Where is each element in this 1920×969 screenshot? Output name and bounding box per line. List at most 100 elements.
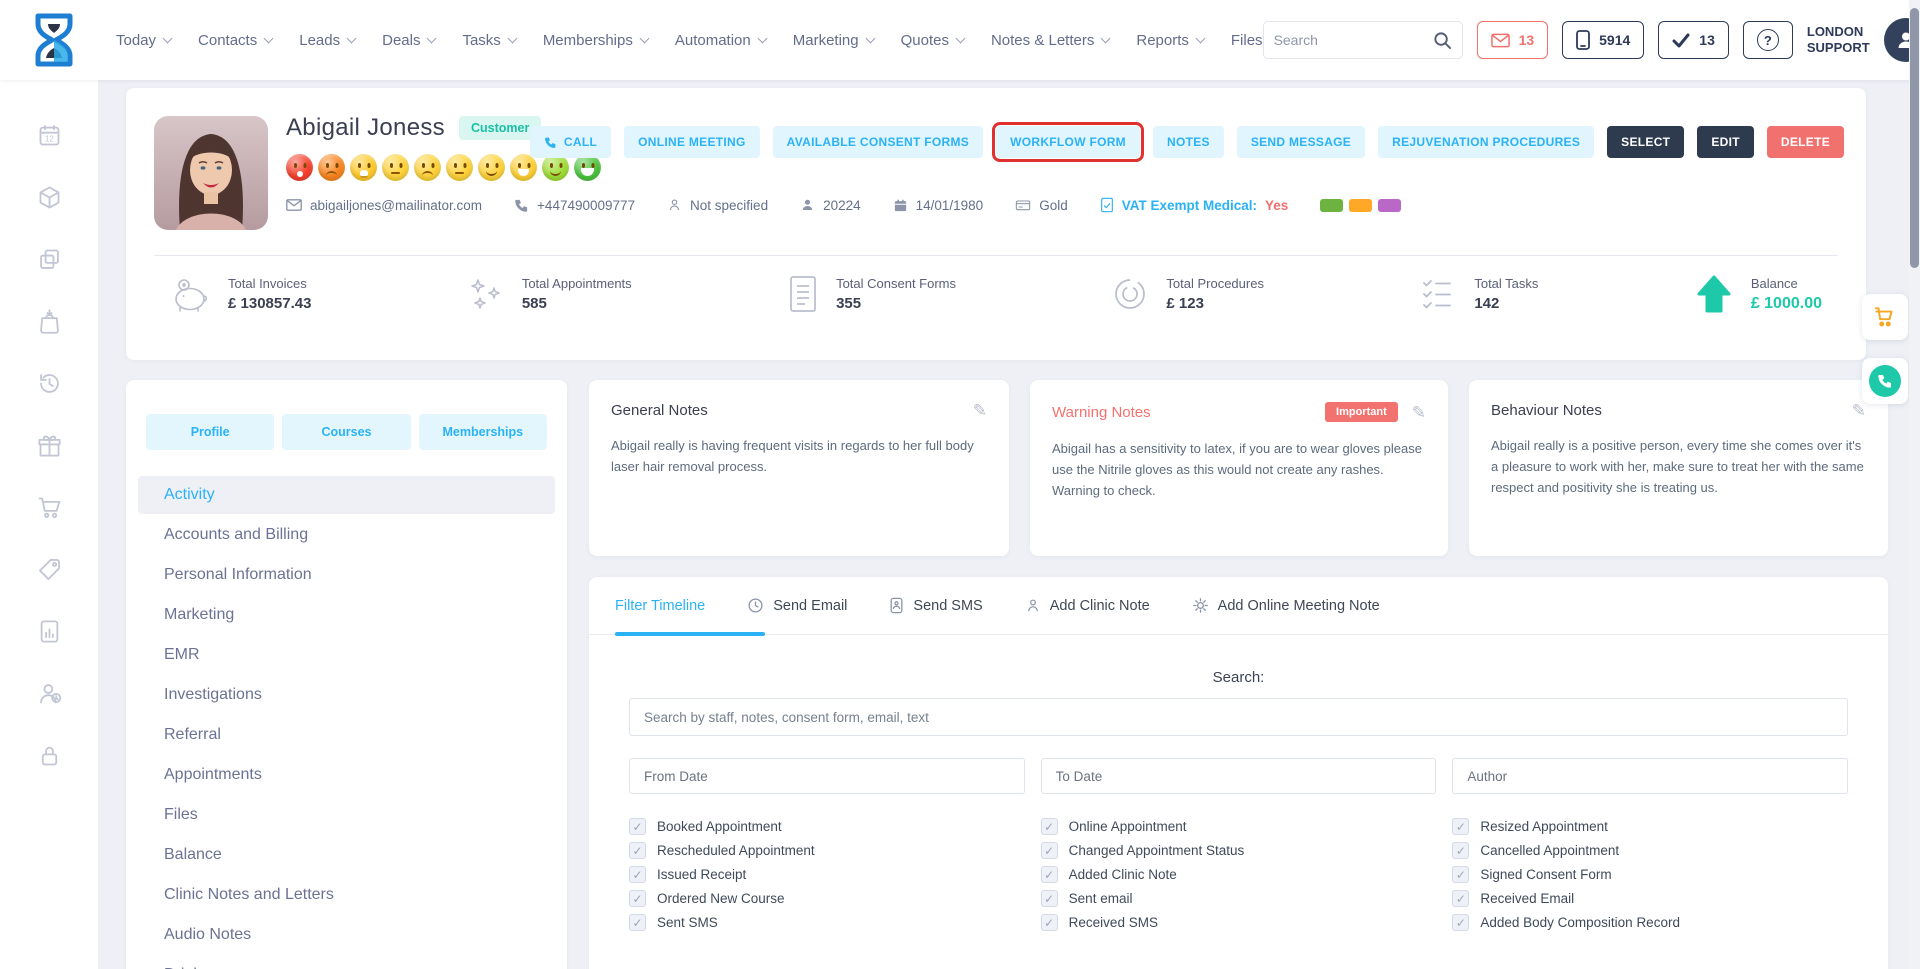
checkbox-checked[interactable] [1452,914,1469,931]
send-message-button[interactable]: SEND MESSAGE [1237,126,1365,158]
checkbox-checked[interactable] [1452,866,1469,883]
checkbox-checked[interactable] [1041,914,1058,931]
filter-sent-sms[interactable]: Sent SMS [629,914,1025,931]
mood-emoji-6[interactable] [446,154,473,181]
mood-emoji-1[interactable] [286,154,313,181]
sms-count-badge[interactable]: 5914 [1562,21,1644,59]
edit-pencil-icon[interactable]: ✎ [1852,402,1866,419]
mood-emoji-8[interactable] [510,154,537,181]
nav-automation[interactable]: Automation [675,32,766,49]
tab-courses[interactable]: Courses [282,414,410,450]
price-tag-icon[interactable] [36,556,63,583]
delete-button[interactable]: DELETE [1767,126,1844,158]
tag-green[interactable] [1320,199,1343,212]
tag-purple[interactable] [1378,199,1401,212]
nav-contacts[interactable]: Contacts [198,32,272,49]
report-chart-icon[interactable] [36,618,63,645]
filter-ordered-new-course[interactable]: Ordered New Course [629,890,1025,907]
nav-today[interactable]: Today [116,32,171,49]
menu-item-clinic-notes-letters[interactable]: Clinic Notes and Letters [138,876,555,914]
tag-orange[interactable] [1349,199,1372,212]
checkbox-checked[interactable] [629,842,646,859]
lock-icon[interactable] [36,742,63,769]
checkbox-checked[interactable] [629,914,646,931]
online-meeting-button[interactable]: ONLINE MEETING [624,126,760,158]
edit-pencil-icon[interactable]: ✎ [973,402,987,419]
tab-memberships[interactable]: Memberships [419,414,547,450]
workflow-form-button[interactable]: WORKFLOW FORM [996,126,1140,158]
filter-received-email[interactable]: Received Email [1452,890,1848,907]
menu-item-audio-notes[interactable]: Audio Notes [138,916,555,954]
floating-cart-button[interactable] [1862,294,1908,340]
filter-sent-email[interactable]: Sent email [1041,890,1437,907]
edit-button[interactable]: EDIT [1697,126,1754,158]
mood-emoji-7[interactable] [478,154,505,181]
menu-item-drinks[interactable]: Drinks [138,956,555,969]
checkbox-checked[interactable] [1452,890,1469,907]
copy-icon[interactable] [36,246,63,273]
filter-signed-consent-form[interactable]: Signed Consent Form [1452,866,1848,883]
rejuvenation-procedures-button[interactable]: REJUVENATION PROCEDURES [1378,126,1594,158]
mood-emoji-2[interactable] [318,154,345,181]
email-count-badge[interactable]: 13 [1477,21,1549,59]
page-scrollbar[interactable] [1909,0,1920,969]
checkbox-checked[interactable] [629,866,646,883]
call-button[interactable]: CALL [530,126,611,158]
mood-emoji-4[interactable] [382,154,409,181]
mood-emoji-5[interactable] [414,154,441,181]
filter-booked-appointment[interactable]: Booked Appointment [629,818,1025,835]
checkbox-checked[interactable] [1041,818,1058,835]
menu-item-appointments[interactable]: Appointments [138,756,555,794]
checkbox-checked[interactable] [1041,890,1058,907]
checkbox-checked[interactable] [629,818,646,835]
history-icon[interactable] [36,370,63,397]
filter-issued-receipt[interactable]: Issued Receipt [629,866,1025,883]
mood-emoji-10[interactable] [574,154,601,181]
floating-call-button[interactable] [1862,358,1908,404]
customer-photo[interactable] [154,116,268,230]
nav-quotes[interactable]: Quotes [901,32,964,49]
menu-item-marketing[interactable]: Marketing [138,596,555,634]
filter-rescheduled-appointment[interactable]: Rescheduled Appointment [629,842,1025,859]
cart-icon[interactable] [36,494,63,521]
filter-received-sms[interactable]: Received SMS [1041,914,1437,931]
checkbox-checked[interactable] [629,890,646,907]
nav-reports[interactable]: Reports [1136,32,1204,49]
available-consent-forms-button[interactable]: AVAILABLE CONSENT FORMS [773,126,983,158]
tab-add-online-meeting-note[interactable]: Add Online Meeting Note [1192,597,1380,614]
tab-send-email[interactable]: Send Email [747,597,847,614]
help-button[interactable]: ? [1743,21,1793,59]
filter-added-clinic-note[interactable]: Added Clinic Note [1041,866,1437,883]
menu-item-emr[interactable]: EMR [138,636,555,674]
nav-notes-letters[interactable]: Notes & Letters [991,32,1109,49]
menu-item-files[interactable]: Files [138,796,555,834]
filter-changed-appointment-status[interactable]: Changed Appointment Status [1041,842,1437,859]
from-date-input[interactable] [629,758,1025,794]
filter-online-appointment[interactable]: Online Appointment [1041,818,1437,835]
author-input[interactable] [1452,758,1848,794]
edit-pencil-icon[interactable]: ✎ [1412,404,1426,421]
menu-item-activity[interactable]: Activity [138,476,555,514]
gift-icon[interactable] [36,432,63,459]
checkbox-checked[interactable] [1452,842,1469,859]
timeline-search-input[interactable] [629,698,1848,736]
select-button[interactable]: SELECT [1607,126,1684,158]
menu-item-investigations[interactable]: Investigations [138,676,555,714]
nav-marketing[interactable]: Marketing [793,32,874,49]
nav-deals[interactable]: Deals [382,32,435,49]
checkbox-checked[interactable] [1452,818,1469,835]
mood-emoji-3[interactable] [350,154,377,181]
package-icon[interactable] [36,184,63,211]
mood-emoji-9[interactable] [542,154,569,181]
nav-memberships[interactable]: Memberships [543,32,648,49]
search-icon[interactable] [1433,31,1452,50]
nav-tasks[interactable]: Tasks [462,32,515,49]
nav-leads[interactable]: Leads [299,32,355,49]
filter-cancelled-appointment[interactable]: Cancelled Appointment [1452,842,1848,859]
menu-item-accounts-billing[interactable]: Accounts and Billing [138,516,555,554]
support-person-icon[interactable] [36,680,63,707]
tab-send-sms[interactable]: Send SMS [889,597,982,614]
calendar-icon[interactable]: 12 [36,122,63,149]
menu-item-balance[interactable]: Balance [138,836,555,874]
menu-item-referral[interactable]: Referral [138,716,555,754]
